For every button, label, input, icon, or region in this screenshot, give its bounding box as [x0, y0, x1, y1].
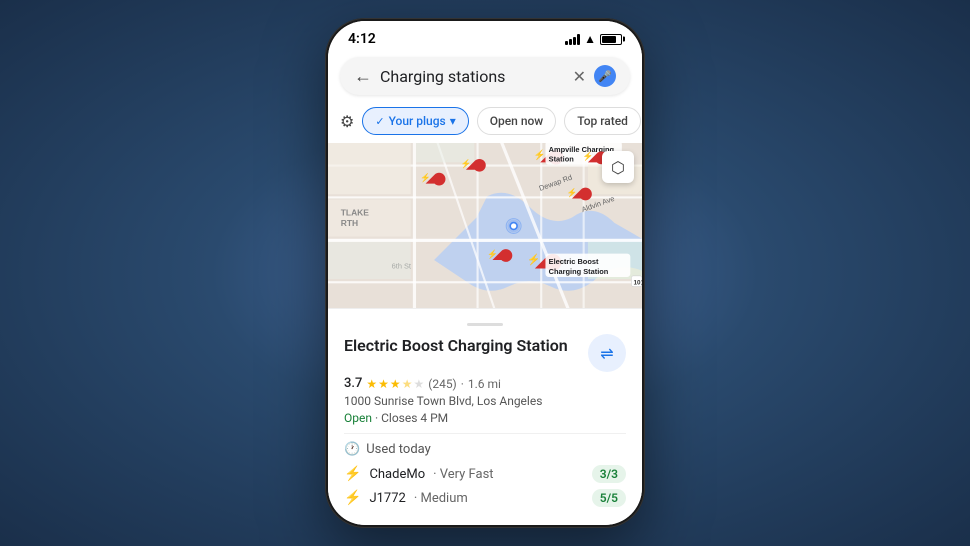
signal-icon: [565, 33, 580, 45]
star-1: ★: [366, 377, 377, 391]
filter-chip-top-rated[interactable]: Top rated: [564, 107, 641, 135]
mic-button[interactable]: 🎤: [594, 65, 616, 87]
status-icons: ▲: [565, 32, 622, 46]
star-4: ★: [402, 377, 413, 391]
open-label: Open: [344, 411, 372, 425]
search-bar-container: ← Charging stations ✕ 🎤: [328, 51, 642, 103]
svg-text:⚡: ⚡: [567, 187, 578, 198]
star-3: ★: [390, 377, 401, 391]
svg-text:⚡: ⚡: [420, 172, 431, 183]
filter-chip-open-now[interactable]: Open now: [477, 107, 557, 135]
detail-panel: Electric Boost Charging Station ⇌ 3.7 ★ …: [328, 308, 642, 525]
back-button[interactable]: ←: [354, 66, 372, 87]
map-svg: 6th St Dewap Rd Aldvin Ave TLAKE RTH Alp…: [328, 143, 642, 308]
charger-info-2: ⚡ J1772 · Medium: [344, 490, 468, 506]
distance-value: 1.6 mi: [468, 377, 501, 391]
charger-section: 🕐 Used today ⚡ ChadeMo · Very Fast 3/3 ⚡: [344, 433, 626, 507]
svg-text:101: 101: [634, 279, 642, 286]
stars: ★ ★ ★ ★ ★: [366, 377, 424, 391]
filter-chip-label: Open now: [490, 114, 544, 128]
review-count: (245): [428, 377, 457, 391]
star-5: ★: [413, 377, 424, 391]
phone-screen: 4:12 ▲ ← Charging stations ✕: [328, 21, 642, 525]
charger-speed-1: · Very Fast: [433, 467, 493, 482]
distance: ·: [461, 377, 464, 391]
place-name: Electric Boost Charging Station: [344, 336, 580, 357]
clock-icon: 🕐: [344, 442, 360, 457]
svg-text:RTH: RTH: [341, 218, 358, 228]
svg-text:TLAKE: TLAKE: [341, 207, 370, 217]
bolt-icon-2: ⚡: [344, 490, 361, 506]
search-query: Charging stations: [380, 67, 565, 86]
navigate-button[interactable]: ⇌: [588, 334, 626, 372]
charger-row-1: ⚡ ChadeMo · Very Fast 3/3: [344, 465, 626, 483]
star-2: ★: [378, 377, 389, 391]
close-time: · Closes 4 PM: [375, 411, 448, 425]
search-bar: ← Charging stations ✕ 🎤: [340, 57, 630, 95]
drag-handle: [467, 323, 503, 326]
filter-chip-label: Top rated: [577, 114, 628, 128]
svg-text:⚡: ⚡: [487, 249, 498, 260]
filter-adjust-icon[interactable]: ⚙: [340, 112, 354, 131]
svg-text:⚡: ⚡: [534, 149, 546, 161]
charger-name-2: J1772: [369, 491, 405, 506]
svg-text:Station: Station: [549, 154, 575, 163]
mic-icon: 🎤: [598, 70, 612, 83]
place-address: 1000 Sunrise Town Blvd, Los Angeles: [344, 394, 626, 408]
filter-chip-your-plugs[interactable]: ✓ Your plugs ▾: [362, 107, 468, 135]
svg-text:Electric Boost: Electric Boost: [549, 257, 599, 266]
bolt-icon-1: ⚡: [344, 466, 361, 482]
navigate-icon: ⇌: [600, 344, 613, 363]
wifi-icon: ▲: [584, 32, 596, 46]
detail-header: Electric Boost Charging Station ⇌: [344, 336, 626, 372]
status-bar: 4:12 ▲: [328, 21, 642, 51]
dropdown-icon: ▾: [450, 114, 456, 128]
rating-row: 3.7 ★ ★ ★ ★ ★ (245) · 1.6 mi: [344, 376, 626, 391]
used-today: 🕐 Used today: [344, 442, 626, 457]
map-container[interactable]: 6th St Dewap Rd Aldvin Ave TLAKE RTH Alp…: [328, 143, 642, 308]
clear-button[interactable]: ✕: [573, 67, 586, 86]
charger-availability-2: 5/5: [592, 489, 626, 507]
svg-text:⚡: ⚡: [461, 159, 472, 170]
rating-number: 3.7: [344, 376, 362, 391]
open-status: Open · Closes 4 PM: [344, 411, 626, 425]
filters-row: ⚙ ✓ Your plugs ▾ Open now Top rated: [328, 103, 642, 143]
svg-text:Charging Station: Charging Station: [549, 267, 609, 276]
charger-name-1: ChadeMo: [369, 467, 425, 482]
status-time: 4:12: [348, 31, 376, 47]
svg-text:⚡: ⚡: [527, 253, 540, 266]
charger-speed-2: · Medium: [414, 491, 468, 506]
charger-info-1: ⚡ ChadeMo · Very Fast: [344, 466, 494, 482]
phone-frame: 4:12 ▲ ← Charging stations ✕: [325, 18, 645, 528]
used-today-text: Used today: [366, 442, 431, 457]
svg-text:⚡: ⚡: [583, 151, 594, 162]
charger-availability-1: 3/3: [592, 465, 626, 483]
filter-chip-label: Your plugs: [389, 114, 446, 128]
layer-icon: ⬡: [611, 158, 625, 177]
check-icon: ✓: [375, 115, 384, 128]
map-layer-button[interactable]: ⬡: [602, 151, 634, 183]
battery-icon: [600, 34, 622, 45]
charger-row-2: ⚡ J1772 · Medium 5/5: [344, 489, 626, 507]
